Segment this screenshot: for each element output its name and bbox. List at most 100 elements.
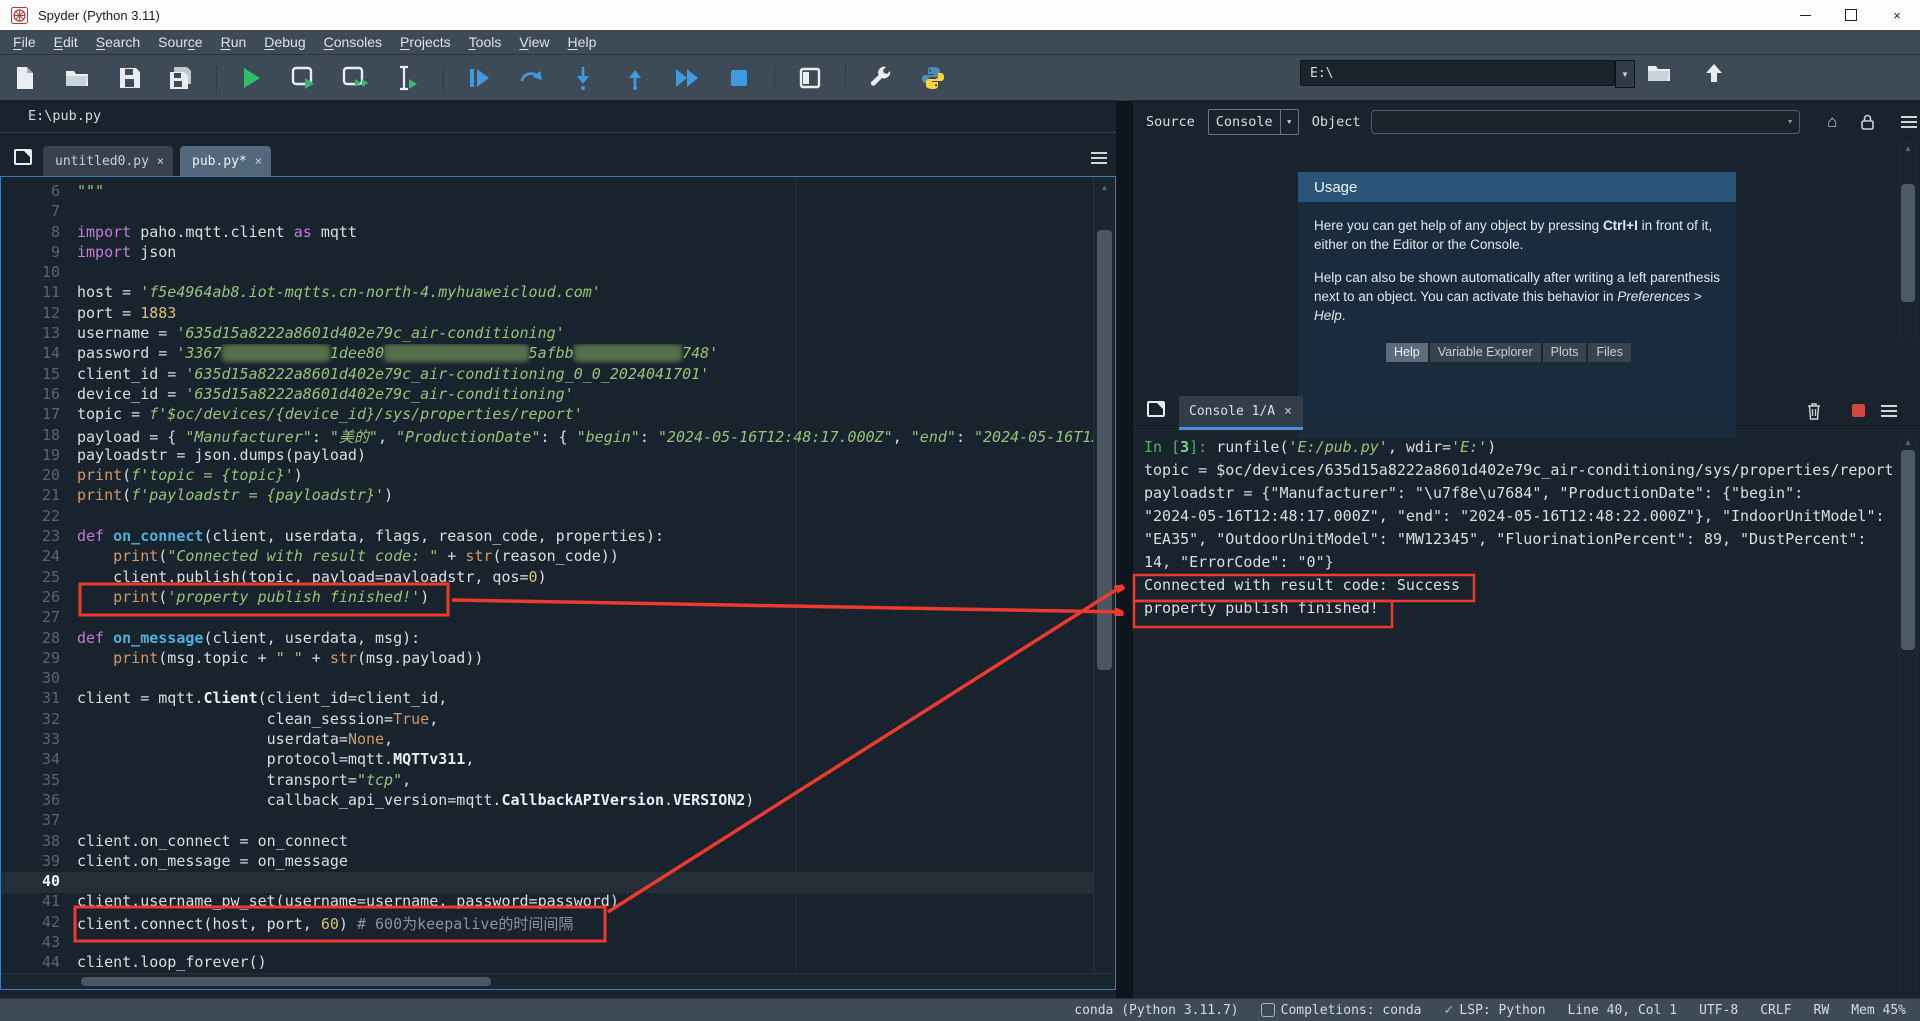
scrollbar-handle[interactable] xyxy=(1901,184,1915,302)
scrollbar-up-arrow[interactable]: ▲ xyxy=(1898,144,1918,153)
menu-item-help[interactable]: Help xyxy=(559,32,606,52)
help-vertical-scrollbar[interactable]: ▲ xyxy=(1898,142,1918,342)
scrollbar-up-arrow[interactable]: ▲ xyxy=(1094,183,1115,192)
help-options-menu-button[interactable] xyxy=(1899,111,1920,133)
browse-tabs-icon[interactable] xyxy=(12,148,34,168)
scrollbar-handle[interactable] xyxy=(1901,450,1915,650)
editor-options-menu-icon[interactable] xyxy=(1088,148,1110,168)
menu-item-source[interactable]: Source xyxy=(149,32,211,52)
code-line: transport="tcp", xyxy=(77,771,1094,791)
object-input[interactable]: ▼ xyxy=(1371,110,1799,134)
new-file-button[interactable] xyxy=(8,61,42,95)
console-output-area[interactable]: In [3]: runfile('E:/pub.py', wdir='E:')t… xyxy=(1144,438,1904,622)
menu-item-run[interactable]: Run xyxy=(212,32,256,52)
status-eol: CRLF xyxy=(1760,1003,1791,1018)
stop-debugging-button[interactable] xyxy=(722,61,756,95)
step-into-button[interactable] xyxy=(566,61,600,95)
close-tab-icon[interactable]: × xyxy=(157,154,164,168)
spyder-window: Spyder (Python 3.11) × FileEditSearchSou… xyxy=(0,0,1920,1021)
lock-button[interactable] xyxy=(1857,111,1879,133)
menu-item-projects[interactable]: Projects xyxy=(391,32,460,52)
lock-icon xyxy=(1861,114,1874,130)
line-number: 28 xyxy=(1,629,77,649)
minimize-button[interactable] xyxy=(1782,0,1828,30)
interrupt-kernel-button[interactable] xyxy=(1852,404,1865,417)
save-icon xyxy=(119,67,140,88)
dock-tab-help[interactable]: Help xyxy=(1385,342,1429,363)
code-editor[interactable]: 6789101112131415161718192021222324252627… xyxy=(0,176,1116,990)
chevron-down-icon[interactable]: ▼ xyxy=(1280,110,1298,134)
console-options-menu-button[interactable] xyxy=(1878,401,1900,421)
remove-variables-button[interactable] xyxy=(1803,401,1825,421)
code-line: print('property publish finished!') xyxy=(77,588,1094,608)
close-tab-icon[interactable]: × xyxy=(255,154,262,168)
help-source-selector[interactable]: Console ▼ xyxy=(1208,109,1299,135)
chevron-down-icon[interactable]: ▼ xyxy=(1787,119,1794,126)
code-line xyxy=(77,872,1094,892)
status-conda-env: conda (Python 3.11.7) xyxy=(1074,1003,1238,1018)
code-line: client.publish(topic, payload=payloadstr… xyxy=(77,568,1094,588)
code-line: def on_connect(client, userdata, flags, … xyxy=(77,527,1094,547)
code-line: client.username_pw_set(username=username… xyxy=(77,892,1094,912)
editor-viewport: 6789101112131415161718192021222324252627… xyxy=(1,177,1094,972)
line-number: 36 xyxy=(1,791,77,811)
step-over-button[interactable] xyxy=(514,61,548,95)
menu-item-search[interactable]: Search xyxy=(87,32,149,52)
browse-tabs-icon[interactable] xyxy=(1145,400,1167,420)
toolbar-separator xyxy=(845,65,846,91)
scrollbar-up-arrow[interactable]: ▲ xyxy=(1898,438,1918,447)
menu-item-consoles[interactable]: Consoles xyxy=(315,32,391,52)
line-number: 25 xyxy=(1,568,77,588)
code-line: client_id = '635d15a8222a8601d402e79c_ai… xyxy=(77,365,1094,385)
python-path-manager-button[interactable] xyxy=(916,61,950,95)
dock-tab-variable-explorer[interactable]: Variable Explorer xyxy=(1429,342,1542,363)
menu-item-debug[interactable]: Debug xyxy=(255,32,314,52)
run-cell-advance-icon xyxy=(342,66,370,90)
browse-directory-button[interactable] xyxy=(1645,60,1673,86)
tab-untitled0[interactable]: untitled0.py × xyxy=(43,146,173,176)
code-line: "EA35", "OutdoorUnitModel": "MW12345", "… xyxy=(1144,530,1904,553)
working-directory-dropdown-arrow[interactable]: ▼ xyxy=(1615,60,1635,88)
editor-horizontal-scrollbar[interactable] xyxy=(1,973,1115,990)
menu-item-tools[interactable]: Tools xyxy=(460,32,511,52)
line-number: 11 xyxy=(1,283,77,303)
line-number-gutter: 6789101112131415161718192021222324252627… xyxy=(1,182,77,972)
maximize-pane-button[interactable] xyxy=(793,61,827,95)
parent-directory-button[interactable] xyxy=(1700,60,1728,86)
run-cell-button[interactable] xyxy=(287,61,321,95)
close-tab-icon[interactable]: × xyxy=(1284,404,1292,419)
editor-vertical-scrollbar[interactable]: ▲ xyxy=(1093,177,1115,972)
tab-pub-py[interactable]: pub.py* × xyxy=(180,146,271,176)
code-line: print("Connected with result code: " + s… xyxy=(77,547,1094,567)
working-directory-combo[interactable]: E:\ xyxy=(1300,60,1615,86)
line-number: 26 xyxy=(1,588,77,608)
menu-item-view[interactable]: View xyxy=(510,32,558,52)
dock-tab-files[interactable]: Files xyxy=(1587,342,1631,363)
dock-tab-plots[interactable]: Plots xyxy=(1542,342,1588,363)
menu-item-edit[interactable]: Edit xyxy=(45,32,87,52)
tab-label: untitled0.py xyxy=(55,154,149,169)
maximize-button[interactable] xyxy=(1828,0,1874,30)
tab-console-1a[interactable]: Console 1/A × xyxy=(1179,396,1303,430)
open-file-button[interactable] xyxy=(60,61,94,95)
step-out-button[interactable] xyxy=(618,61,652,95)
usage-paragraph: Help can also be shown automatically aft… xyxy=(1314,268,1720,325)
code-line xyxy=(77,263,1094,283)
console-vertical-scrollbar[interactable]: ▲ xyxy=(1898,436,1918,992)
scrollbar-handle[interactable] xyxy=(1097,230,1112,670)
scrollbar-handle[interactable] xyxy=(81,977,491,986)
run-file-button[interactable] xyxy=(235,61,269,95)
preferences-button[interactable] xyxy=(864,61,898,95)
continue-execution-button[interactable] xyxy=(670,61,704,95)
run-selection-button[interactable] xyxy=(391,61,425,95)
home-button[interactable]: ⌂ xyxy=(1822,111,1844,133)
run-cell-advance-button[interactable] xyxy=(339,61,373,95)
debug-file-button[interactable] xyxy=(462,61,496,95)
save-button[interactable] xyxy=(112,61,146,95)
save-all-button[interactable] xyxy=(164,61,198,95)
tab-label: Console 1/A xyxy=(1189,404,1275,419)
check-icon: ✓ xyxy=(1444,1003,1455,1018)
code-line: In [3]: runfile('E:/pub.py', wdir='E:') xyxy=(1144,438,1904,461)
close-button[interactable]: × xyxy=(1874,0,1920,30)
menu-item-file[interactable]: File xyxy=(4,32,45,52)
